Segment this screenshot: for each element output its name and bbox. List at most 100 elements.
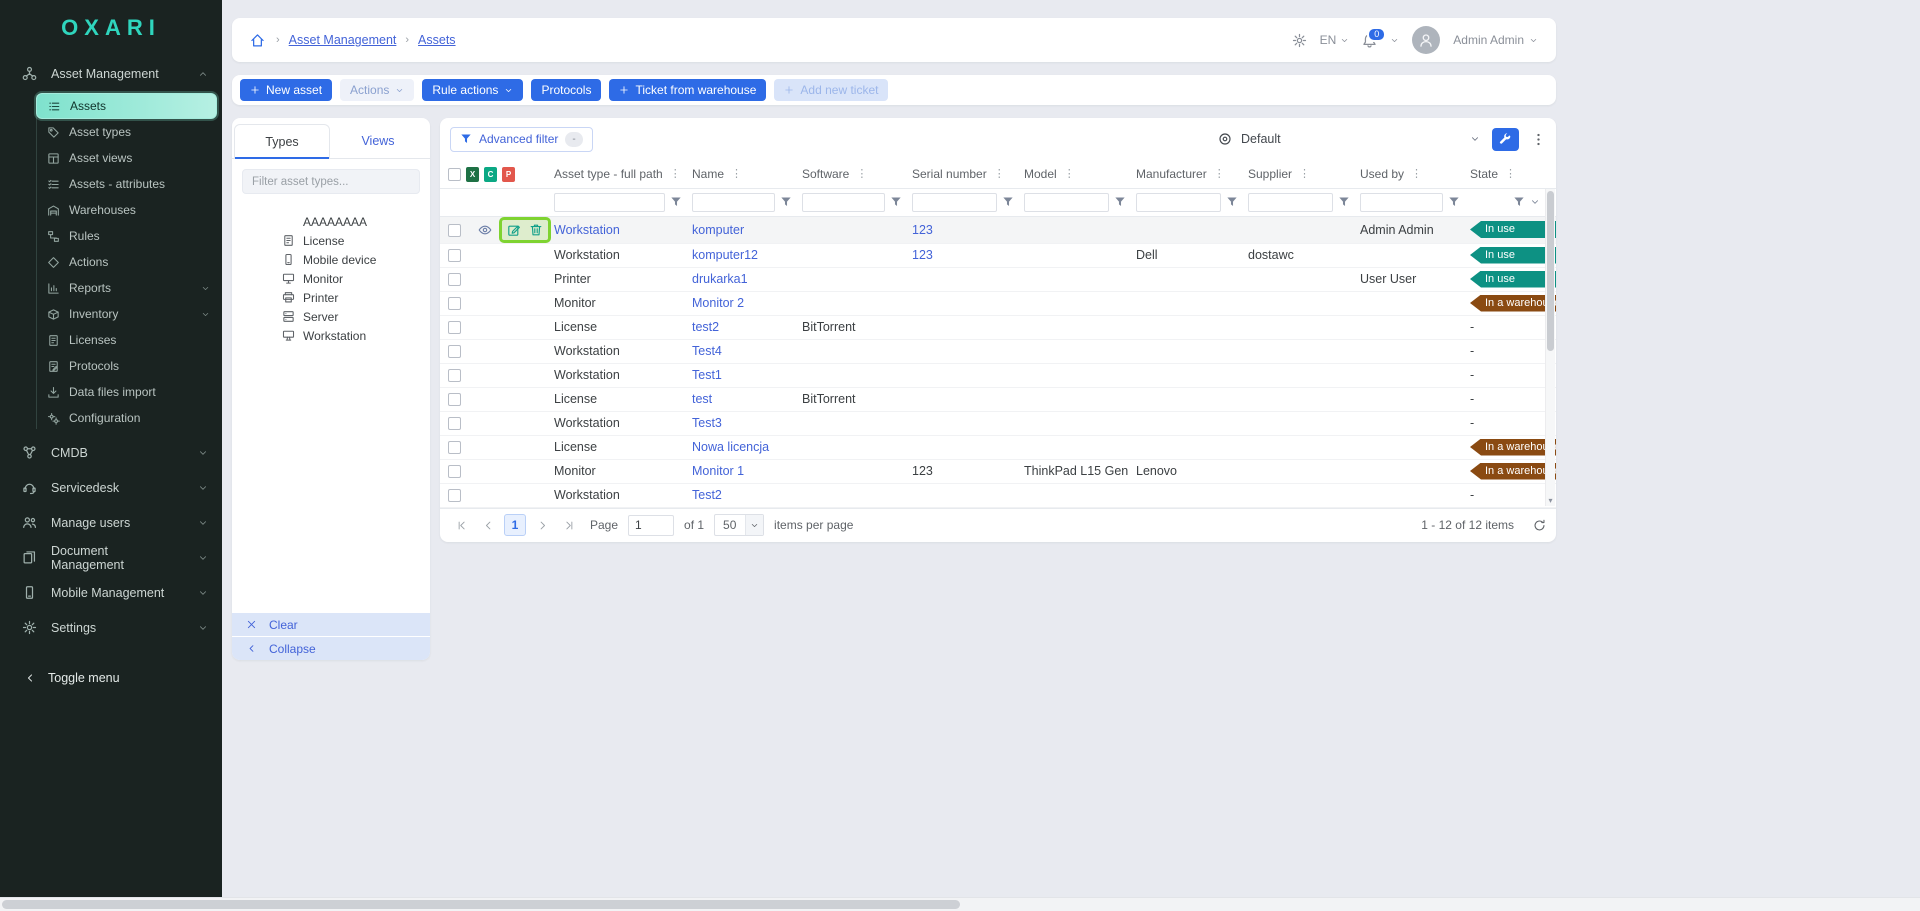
sidebar-item-rules[interactable]: Rules bbox=[0, 223, 222, 249]
cell-link[interactable]: komputer12 bbox=[692, 248, 758, 262]
sidebar-item-protocols[interactable]: Protocols bbox=[0, 353, 222, 379]
sidebar-item-document-management[interactable]: Document Management bbox=[0, 540, 222, 575]
sidebar-item-warehouses[interactable]: Warehouses bbox=[0, 197, 222, 223]
cell-link[interactable]: Monitor 2 bbox=[692, 296, 744, 310]
column-menu-icon[interactable]: ⋮ bbox=[1299, 167, 1310, 180]
sidebar-item-reports[interactable]: Reports bbox=[0, 275, 222, 301]
filter-funnel-icon[interactable] bbox=[1114, 196, 1126, 208]
row-checkbox[interactable] bbox=[448, 345, 461, 358]
home-icon[interactable] bbox=[250, 33, 265, 48]
column-menu-icon[interactable]: ⋮ bbox=[1411, 167, 1422, 180]
column-menu-icon[interactable]: ⋮ bbox=[670, 167, 681, 180]
filter-funnel-icon[interactable] bbox=[780, 196, 792, 208]
filter-input-name[interactable] bbox=[692, 193, 775, 212]
asset-row-test[interactable]: LicensetestBitTorrent- bbox=[440, 387, 1556, 411]
page-number-input[interactable] bbox=[628, 515, 674, 536]
asset-row-test3[interactable]: WorkstationTest3- bbox=[440, 411, 1556, 435]
sidebar-item-assets-attributes[interactable]: Assets - attributes bbox=[0, 171, 222, 197]
asset-row-komputer[interactable]: Workstationkomputer123Admin AdminIn use bbox=[440, 216, 1556, 243]
more-options-icon[interactable] bbox=[1531, 132, 1546, 147]
new-asset-button[interactable]: New asset bbox=[240, 79, 332, 101]
tree-item-server[interactable]: Server bbox=[232, 307, 430, 326]
sidebar-item-mobile-management[interactable]: Mobile Management bbox=[0, 575, 222, 610]
clear-button[interactable]: Clear bbox=[232, 613, 430, 636]
cell-link[interactable]: drukarka1 bbox=[692, 272, 748, 286]
tab-types[interactable]: Types bbox=[234, 124, 330, 158]
refresh-icon[interactable] bbox=[1533, 519, 1546, 532]
row-checkbox[interactable] bbox=[448, 441, 461, 454]
column-menu-icon[interactable]: ⋮ bbox=[1214, 167, 1225, 180]
horizontal-scrollbar-thumb[interactable] bbox=[2, 900, 960, 909]
asset-row-nowa-licencja[interactable]: LicenseNowa licencjaIn a warehouse bbox=[440, 435, 1556, 459]
asset-row-test2[interactable]: WorkstationTest2- bbox=[440, 483, 1556, 507]
row-checkbox[interactable] bbox=[448, 393, 461, 406]
toggle-menu-button[interactable]: Toggle menu bbox=[0, 661, 222, 695]
filter-input-serial-number[interactable] bbox=[912, 193, 997, 212]
filter-input-supplier[interactable] bbox=[1248, 193, 1333, 212]
tree-item-license[interactable]: License bbox=[232, 231, 430, 250]
advanced-filter-button[interactable]: Advanced filter - bbox=[450, 127, 593, 152]
first-page-button[interactable] bbox=[450, 514, 472, 536]
sidebar-item-inventory[interactable]: Inventory bbox=[0, 301, 222, 327]
grid-settings-button[interactable] bbox=[1492, 128, 1519, 151]
notifications-button[interactable]: 0 bbox=[1362, 33, 1377, 48]
column-header-manufacturer[interactable]: Manufacturer⋮ bbox=[1132, 160, 1244, 188]
add-new-ticket-button[interactable]: Add new ticket bbox=[774, 79, 888, 101]
column-header-serial-number[interactable]: Serial number⋮ bbox=[908, 160, 1020, 188]
row-checkbox[interactable] bbox=[448, 489, 461, 502]
collapse-button[interactable]: Collapse bbox=[232, 637, 430, 660]
row-checkbox[interactable] bbox=[448, 321, 461, 334]
breadcrumb-link-asset-management[interactable]: Asset Management bbox=[289, 33, 397, 47]
asset-row-monitor-1[interactable]: MonitorMonitor 1123ThinkPad L15 Gen 3Len… bbox=[440, 459, 1556, 483]
cell-link[interactable]: Test1 bbox=[692, 368, 722, 382]
column-header-state[interactable]: State⋮ bbox=[1466, 160, 1556, 188]
filter-input-manufacturer[interactable] bbox=[1136, 193, 1221, 212]
asset-row-komputer12[interactable]: Workstationkomputer12123DelldostawcIn us… bbox=[440, 243, 1556, 267]
filter-funnel-icon[interactable] bbox=[1338, 196, 1350, 208]
protocols-button[interactable]: Protocols bbox=[531, 79, 601, 101]
view-selector[interactable]: Default bbox=[1218, 132, 1480, 146]
column-header-asset-type-full-path[interactable]: Asset type - full path⋮ bbox=[550, 160, 688, 188]
scrollbar-down-arrow-icon[interactable]: ▾ bbox=[1546, 497, 1555, 505]
column-menu-icon[interactable]: ⋮ bbox=[1064, 167, 1075, 180]
previous-page-button[interactable] bbox=[477, 514, 499, 536]
export-pdf-icon[interactable]: P bbox=[502, 167, 515, 182]
sidebar-item-manage-users[interactable]: Manage users bbox=[0, 505, 222, 540]
page-size-select[interactable]: 50 bbox=[714, 514, 764, 536]
cell-link[interactable]: Test4 bbox=[692, 344, 722, 358]
column-header-used-by[interactable]: Used by⋮ bbox=[1356, 160, 1466, 188]
filter-asset-types-input[interactable] bbox=[242, 169, 420, 194]
actions-dropdown-button[interactable]: Actions bbox=[340, 79, 414, 101]
last-page-button[interactable] bbox=[558, 514, 580, 536]
filter-funnel-icon[interactable] bbox=[670, 196, 682, 208]
sidebar-item-asset-views[interactable]: Asset views bbox=[0, 145, 222, 171]
cell-link[interactable]: Nowa licencja bbox=[692, 440, 769, 454]
sidebar-item-settings[interactable]: Settings bbox=[0, 610, 222, 645]
cell-link[interactable]: Workstation bbox=[554, 223, 620, 237]
filter-input-software[interactable] bbox=[802, 193, 885, 212]
cell-link[interactable]: test2 bbox=[692, 320, 719, 334]
view-details-icon[interactable] bbox=[478, 223, 492, 237]
row-checkbox[interactable] bbox=[448, 297, 461, 310]
asset-row-test1[interactable]: WorkstationTest1- bbox=[440, 363, 1556, 387]
breadcrumb-link-assets[interactable]: Assets bbox=[418, 33, 456, 47]
filter-input-used-by[interactable] bbox=[1360, 193, 1443, 212]
select-all-checkbox[interactable] bbox=[448, 168, 461, 181]
row-checkbox[interactable] bbox=[448, 273, 461, 286]
user-menu[interactable]: Admin Admin bbox=[1453, 33, 1538, 47]
notifications-caret-icon[interactable] bbox=[1390, 36, 1399, 45]
asset-row-monitor-2[interactable]: MonitorMonitor 2In a warehouse bbox=[440, 291, 1556, 315]
vertical-scrollbar[interactable]: ▾ bbox=[1545, 189, 1555, 506]
column-menu-icon[interactable]: ⋮ bbox=[1505, 167, 1516, 180]
page-1-button[interactable]: 1 bbox=[504, 514, 526, 536]
cell-link[interactable]: Test2 bbox=[692, 488, 722, 502]
sidebar-item-licenses[interactable]: Licenses bbox=[0, 327, 222, 353]
cell-link[interactable]: Test3 bbox=[692, 416, 722, 430]
sidebar-item-asset-management[interactable]: Asset Management bbox=[0, 56, 222, 91]
filter-funnel-icon[interactable] bbox=[890, 196, 902, 208]
tab-views[interactable]: Views bbox=[330, 124, 426, 158]
column-menu-icon[interactable]: ⋮ bbox=[994, 167, 1005, 180]
tree-item-workstation[interactable]: Workstation bbox=[232, 326, 430, 345]
column-header-name[interactable]: Name⋮ bbox=[688, 160, 798, 188]
tree-item-aaaaaaaa[interactable]: AAAAAAAA bbox=[232, 212, 430, 231]
